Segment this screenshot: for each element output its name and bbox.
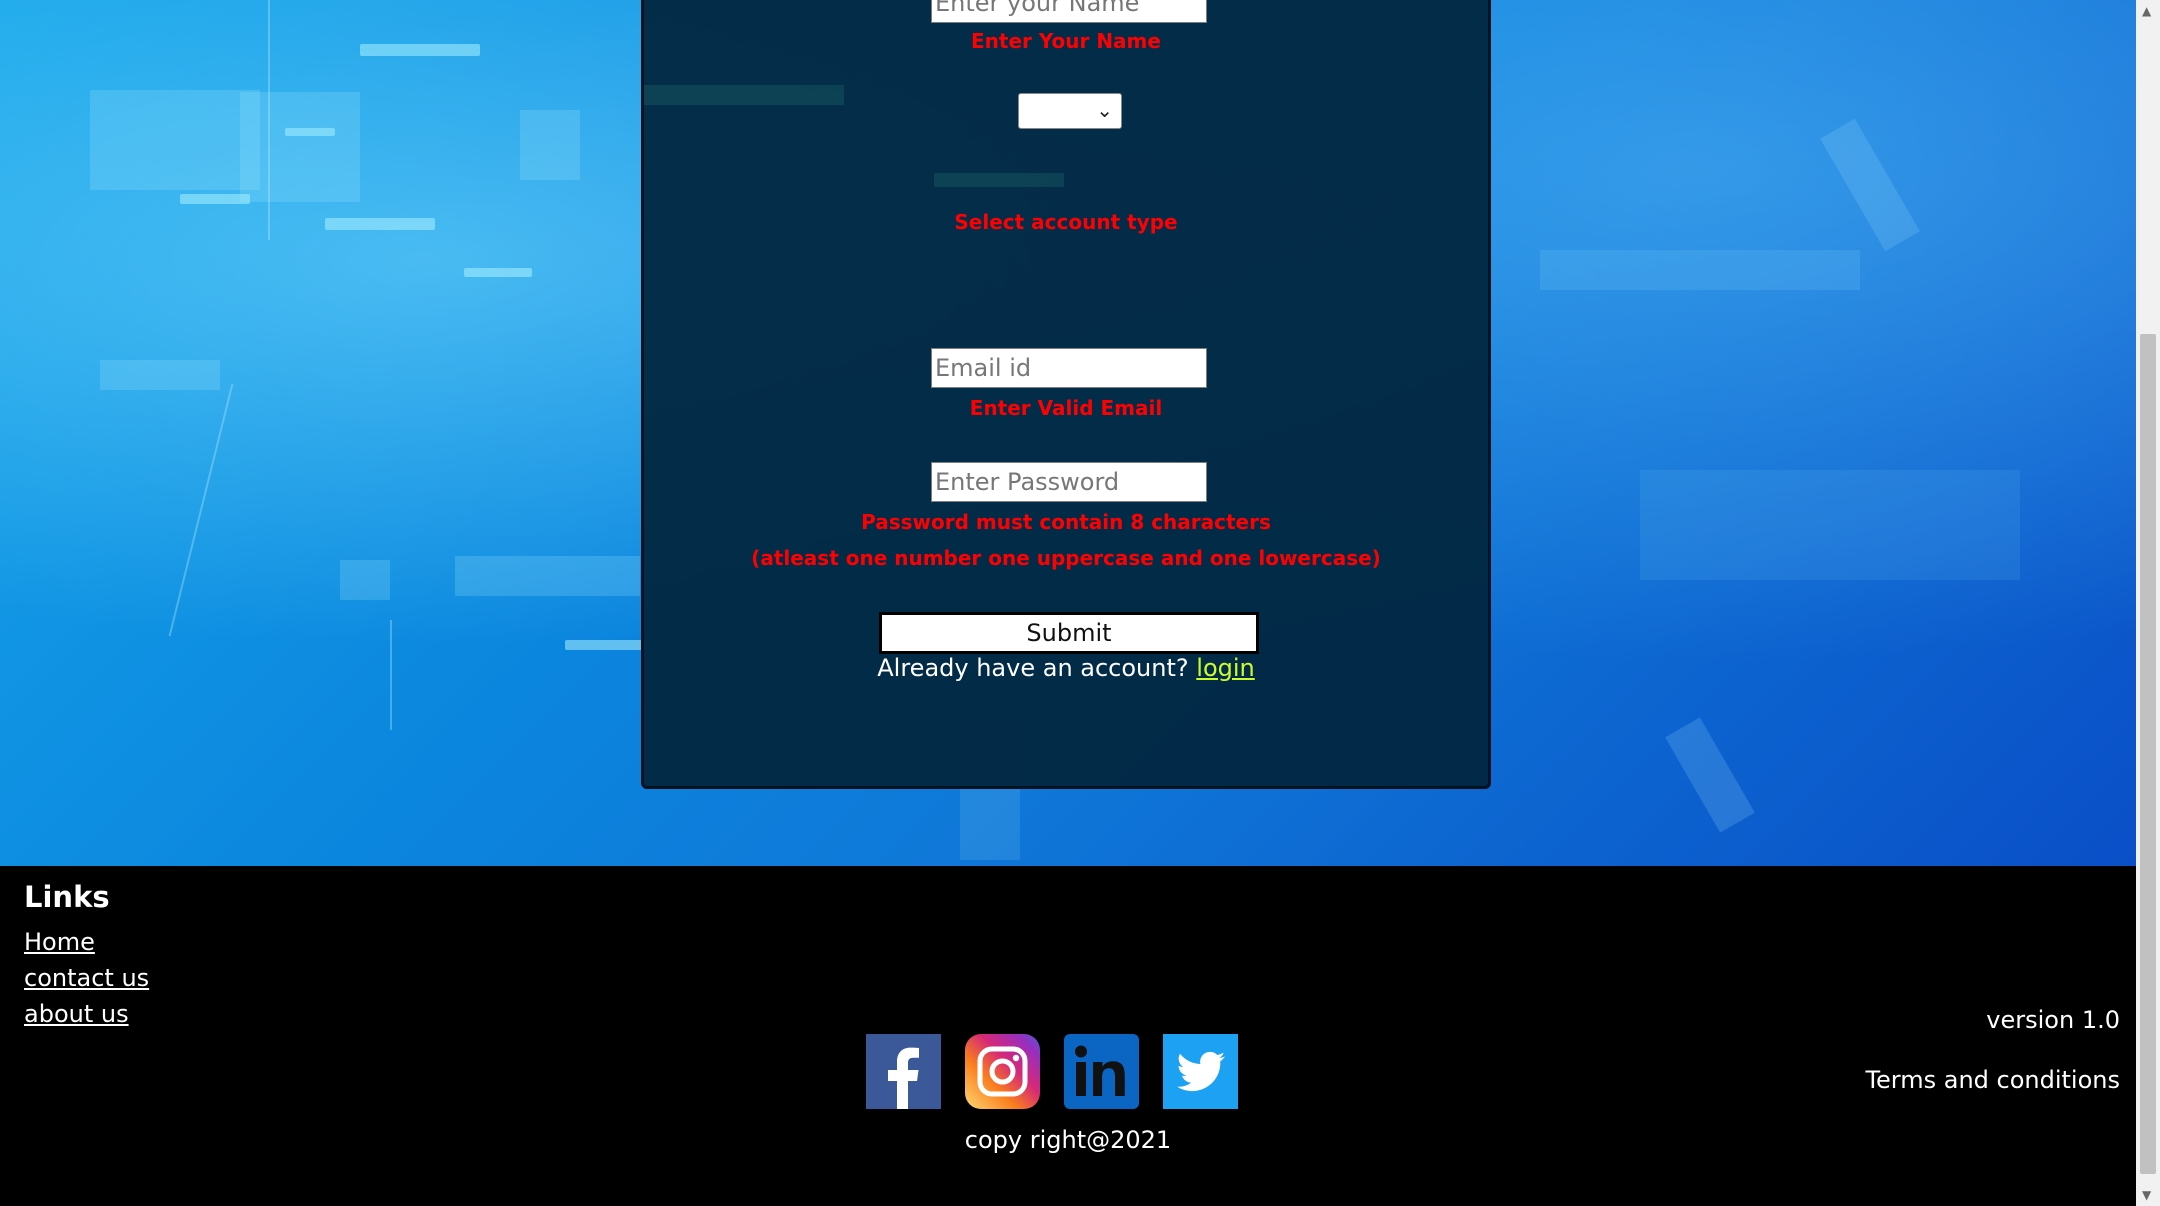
email-error: Enter Valid Email [969,396,1163,420]
submit-button[interactable]: Submit [879,612,1259,654]
footer-link-contact[interactable]: contact us [24,964,149,992]
email-input[interactable] [931,348,1207,388]
copyright-text: copy right@2021 [964,1126,1172,1154]
bg-panel [455,556,640,596]
facebook-icon[interactable] [866,1034,941,1109]
scroll-thumb[interactable] [2140,334,2156,1174]
footer-link-about[interactable]: about us [24,1000,129,1028]
bg-panel [100,360,220,390]
bg-line [168,383,234,637]
password-error-line2: (atleast one number one uppercase and on… [751,546,1381,570]
hero-background: Enter Your Name ⌄ Select account type En… [0,0,2136,866]
vertical-scrollbar[interactable]: ▲ ▼ [2136,0,2160,1206]
terms-link[interactable]: Terms and conditions [1865,1066,2120,1094]
bg-streak [360,44,480,56]
bg-panel [520,110,580,180]
bg-panel [1820,118,1920,252]
name-input[interactable] [931,0,1207,23]
twitter-icon[interactable] [1163,1034,1238,1109]
chevron-down-icon: ⌄ [1096,98,1113,122]
password-input[interactable] [931,462,1207,502]
card-decoration [644,85,844,105]
already-have-account: Already have an account? login [644,654,1488,682]
social-icons [866,1034,1238,1109]
scroll-up-icon[interactable]: ▲ [2142,4,2151,18]
card-decoration [934,173,1064,187]
name-error: Enter Your Name [971,29,1161,53]
footer-links-title: Links [24,880,110,914]
account-type-error: Select account type [954,210,1178,234]
bg-panel [340,560,390,600]
register-card: Enter Your Name ⌄ Select account type En… [641,0,1491,789]
bg-panel [1665,717,1755,833]
footer-link-home[interactable]: Home [24,928,95,956]
login-link[interactable]: login [1196,654,1254,682]
footer: Links Home contact us about us copy righ… [0,866,2136,1206]
bg-panel [90,90,260,190]
account-type-select[interactable]: ⌄ [1018,93,1122,129]
bg-line [268,0,270,240]
linkedin-icon[interactable] [1064,1034,1139,1109]
scroll-down-icon[interactable]: ▼ [2142,1188,2151,1202]
bg-panel [1540,250,1860,290]
bg-line [390,620,392,730]
instagram-icon[interactable] [965,1034,1040,1109]
already-text: Already have an account? [877,654,1189,682]
version-text: version 1.0 [1986,1006,2120,1034]
bg-streak [565,640,645,650]
bg-panel [240,92,360,202]
bg-streak [325,218,435,230]
bg-streak [464,268,532,277]
bg-panel [1640,470,2020,580]
password-error-line1: Password must contain 8 characters [861,510,1271,534]
